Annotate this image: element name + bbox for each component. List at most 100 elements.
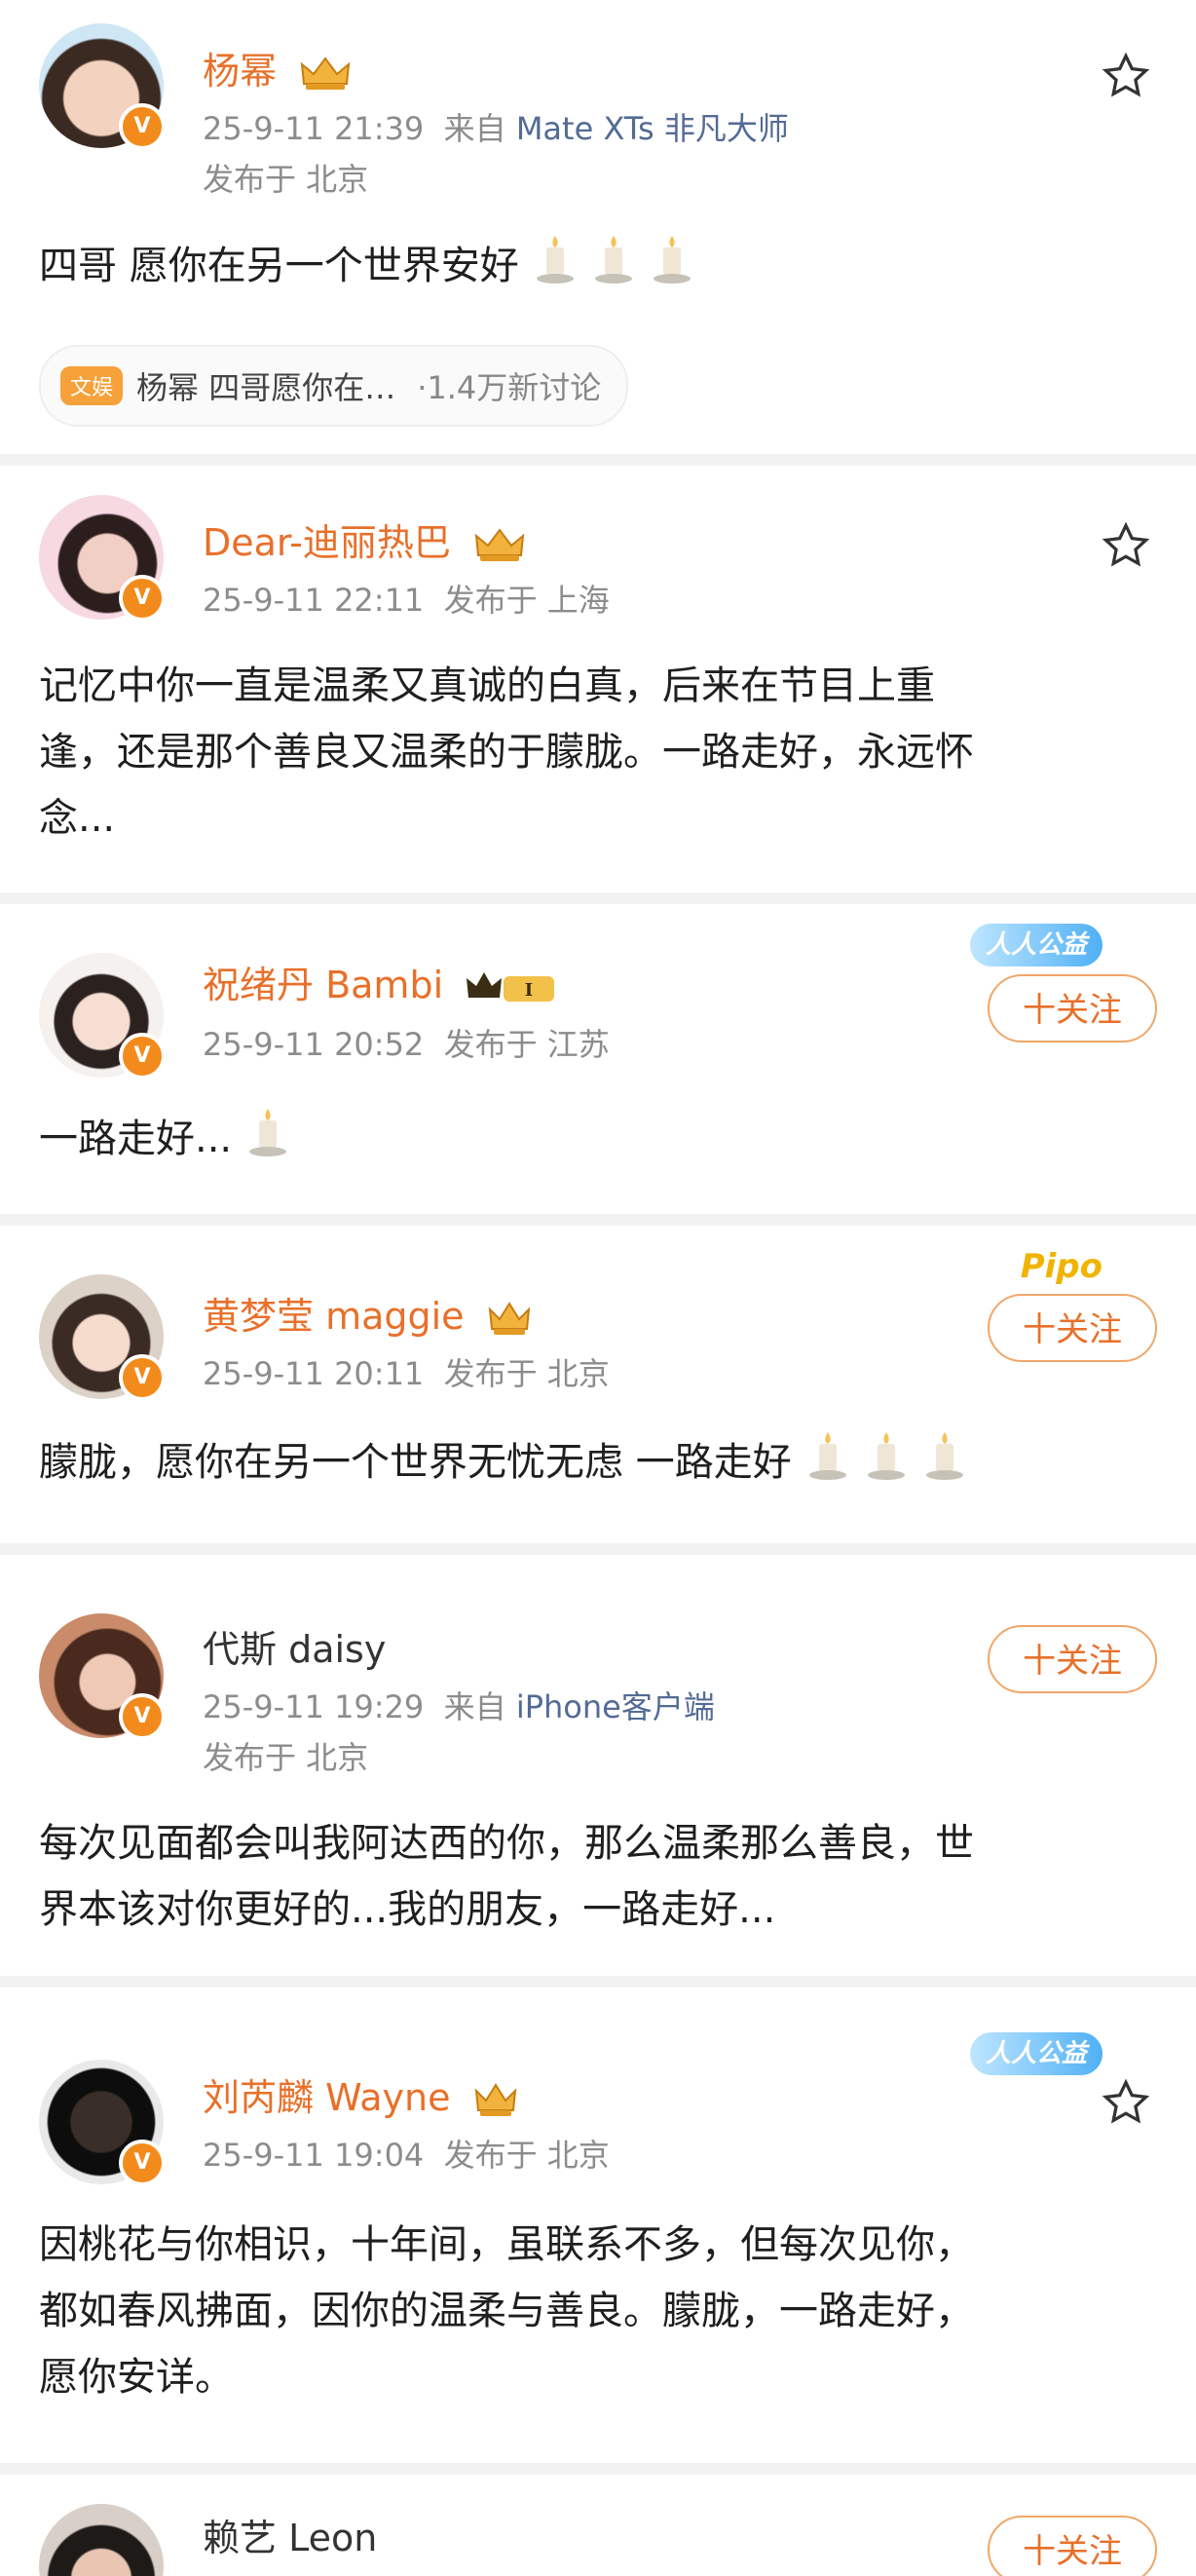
post-text: 四哥 愿你在另一个世界安好 — [39, 232, 1157, 305]
verified-badge-icon: V — [119, 2140, 166, 2186]
user-name-text: Dear-迪丽热巴 — [203, 521, 451, 564]
post-card: Pipo V 黄梦莹 maggie 25-9-11 20:11 发布于 北京 十… — [0, 1226, 1196, 1543]
topic-tag: 文娱 — [60, 366, 124, 405]
post-text: 一路走好... — [39, 1105, 1157, 1178]
avatar[interactable]: V — [39, 953, 166, 1080]
candle-icon — [922, 1428, 967, 1501]
crown-icon — [474, 527, 525, 561]
topic-count: ·1.4万新讨论 — [417, 369, 602, 406]
verified-badge-icon: V — [119, 575, 166, 622]
user-name[interactable]: 赖艺 Leon — [203, 2514, 377, 2562]
svg-text:I: I — [525, 980, 533, 1001]
post-location: 发布于 北京 — [203, 161, 369, 198]
verified-badge-icon: V — [119, 1033, 166, 1080]
post-time: 25-9-11 20:11 — [203, 1355, 425, 1392]
user-name[interactable]: 杨幂 — [203, 47, 353, 95]
post-card: 人人公益 V 祝绪丹 Bambi I 25-9-11 20:52 发布于 江苏 … — [0, 904, 1196, 1214]
post-location: 发布于 北京 — [203, 1739, 369, 1776]
post-card: V 杨幂 25-9-11 21:39 来自 Mate XTs 非凡大师 发布于 … — [0, 0, 1196, 454]
user-name[interactable]: 代斯 daisy — [203, 1625, 386, 1674]
verified-badge-icon: V — [119, 1693, 166, 1740]
avatar[interactable]: V — [39, 2060, 166, 2186]
avatar[interactable]: V — [39, 23, 166, 150]
decoration-badge: Pipo — [1020, 1247, 1103, 1286]
follow-button[interactable]: 十关注 — [988, 974, 1157, 1042]
candle-icon — [864, 1428, 909, 1501]
favorite-star-icon[interactable] — [1101, 51, 1151, 101]
verified-badge-icon: V — [119, 103, 166, 150]
vip-level-icon: I — [467, 971, 555, 1002]
post-text-line: 界本该对你更好的...我的朋友，一路走好... — [39, 1887, 776, 1932]
post-text-line: 每次见面都会叫我阿达西的你，那么温柔那么善良，世 — [39, 1821, 974, 1866]
post-card: V 代斯 daisy 25-9-11 19:29 来自 iPhone客户端 发布… — [0, 1555, 1196, 1976]
post-meta: 25-9-11 20:52 发布于 江苏 — [203, 1023, 610, 1066]
post-meta: 25-9-11 20:11 发布于 北京 — [203, 1352, 610, 1395]
charity-badge: 人人公益 — [969, 2032, 1103, 2075]
post-time: 25-9-11 20:52 — [203, 1026, 425, 1063]
post-location: 发布于 上海 — [443, 582, 610, 619]
post-source[interactable]: Mate XTs 非凡大师 — [516, 110, 789, 147]
user-name[interactable]: Dear-迪丽热巴 — [203, 518, 527, 567]
post-card: V Dear-迪丽热巴 25-9-11 22:11 发布于 上海 记忆中你一直是… — [0, 466, 1196, 892]
post-time: 25-9-11 21:39 — [203, 110, 425, 147]
post-text: 每次见面都会叫我阿达西的你，那么温柔那么善良，世 界本该对你更好的...我的朋友… — [39, 1810, 1157, 1943]
post-card: 人人公益 V 刘芮麟 Wayne 25-9-11 19:04 发布于 北京 因桃… — [0, 1988, 1196, 2463]
post-text-line: 因桃花与你相识，十年间，虽联系不多，但每次见你， — [39, 2222, 974, 2267]
avatar[interactable] — [39, 2504, 164, 2576]
post-meta: 25-9-11 19:04 发布于 北京 — [203, 2134, 610, 2177]
candle-icon — [245, 1105, 290, 1178]
follow-button[interactable]: 十关注 — [988, 1625, 1157, 1693]
source-prefix: 来自 — [443, 110, 506, 147]
post-text: 记忆中你一直是温柔又真诚的白真，后来在节目上重 逢，还是那个善良又温柔的于朦胧。… — [39, 653, 1157, 852]
avatar[interactable]: V — [39, 1613, 166, 1740]
post-meta: 25-9-11 21:39 来自 Mate XTs 非凡大师 — [203, 107, 789, 150]
post-text-line: 念... — [39, 796, 116, 841]
post-source[interactable]: iPhone客户端 — [516, 1688, 715, 1725]
user-name-text: 祝绪丹 Bambi — [203, 964, 444, 1006]
verified-badge-icon: V — [119, 1354, 166, 1401]
topic-chip[interactable]: 文娱 杨幂 四哥愿你在… ·1.4万新讨论 — [39, 345, 629, 427]
post-text-content: 朦胧，愿你在另一个世界无忧无虑 一路走好 — [39, 1440, 792, 1485]
post-text: 因桃花与你相识，十年间，虽联系不多，但每次见你， 都如春风拂面，因你的温柔与善良… — [39, 2212, 1157, 2410]
user-name-text: 刘芮麟 Wayne — [203, 2076, 451, 2119]
post-location: 发布于 江苏 — [443, 1026, 610, 1063]
post-location: 发布于 北京 — [443, 2137, 610, 2174]
post-time: 25-9-11 19:04 — [203, 2137, 425, 2174]
candle-icon — [805, 1428, 850, 1501]
avatar[interactable]: V — [39, 1274, 166, 1401]
user-name-text: 赖艺 Leon — [203, 2517, 378, 2559]
post-text-line: 愿你安详。 — [39, 2355, 234, 2400]
crown-icon — [300, 56, 351, 90]
user-name[interactable]: 祝绪丹 Bambi I — [203, 961, 558, 1009]
follow-button[interactable]: 十关注 — [988, 1294, 1157, 1362]
user-name-text: 黄梦莹 maggie — [203, 1295, 465, 1338]
crown-icon — [474, 2082, 516, 2116]
follow-button[interactable]: 十关注 — [988, 2516, 1157, 2576]
post-time: 25-9-11 19:29 — [203, 1688, 425, 1725]
post-text-line: 记忆中你一直是温柔又真诚的白真，后来在节目上重 — [39, 663, 935, 708]
crown-icon — [488, 1301, 530, 1335]
user-name-text: 杨幂 — [203, 50, 278, 93]
candle-icon — [533, 232, 578, 305]
post-text-line: 逢，还是那个善良又温柔的于朦胧。一路走好，永远怀 — [39, 730, 974, 775]
post-text-content: 四哥 愿你在另一个世界安好 — [39, 244, 519, 288]
source-prefix: 来自 — [443, 1688, 506, 1725]
weibo-comment-feed: V 杨幂 25-9-11 21:39 来自 Mate XTs 非凡大师 发布于 … — [0, 0, 1196, 2576]
post-text-line: 都如春风拂面，因你的温柔与善良。朦胧，一路走好， — [39, 2289, 974, 2333]
topic-text: 杨幂 四哥愿你在… — [136, 369, 396, 406]
post-time: 25-9-11 22:11 — [203, 582, 425, 619]
avatar[interactable]: V — [39, 495, 166, 622]
user-name-text: 代斯 daisy — [203, 1628, 387, 1671]
post-text: 朦胧，愿你在另一个世界无忧无虑 一路走好 — [39, 1428, 1157, 1501]
favorite-star-icon[interactable] — [1101, 2077, 1151, 2128]
charity-badge: 人人公益 — [969, 924, 1103, 966]
post-text-content: 一路走好... — [39, 1117, 233, 1161]
user-name[interactable]: 黄梦莹 maggie — [203, 1292, 533, 1341]
post-location: 发布于 北京 — [443, 1355, 610, 1392]
post-meta: 25-9-11 22:11 发布于 上海 — [203, 579, 610, 622]
favorite-star-icon[interactable] — [1101, 520, 1151, 571]
post-meta: 25-9-11 19:29 来自 iPhone客户端 — [203, 1686, 715, 1728]
user-name[interactable]: 刘芮麟 Wayne — [203, 2073, 519, 2122]
candle-icon — [591, 232, 636, 305]
post-card: 赖艺 Leon 十关注 — [0, 2475, 1196, 2576]
